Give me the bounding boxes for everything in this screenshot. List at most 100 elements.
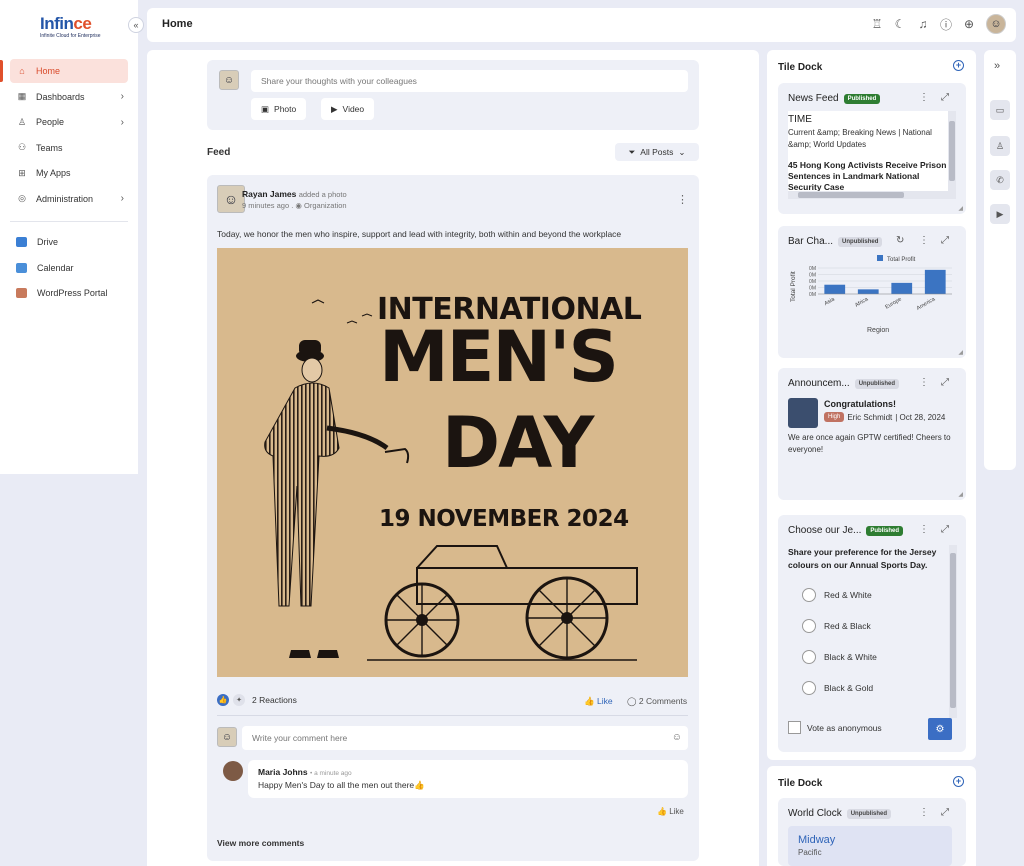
sidebar-item-label: Teams <box>36 142 63 153</box>
like-button[interactable]: 👍 Like <box>584 696 613 707</box>
tile-menu-icon[interactable]: ⋮ <box>919 235 929 246</box>
poll-option[interactable]: Red & Black <box>802 619 871 633</box>
brand-logo[interactable]: Infince Infinite Cloud for Enterprise <box>40 14 101 39</box>
radio-button[interactable] <box>802 681 816 695</box>
comments-count: 2 Comments <box>638 696 688 706</box>
post-author-avatar[interactable]: ☺ <box>217 185 245 213</box>
comment-author[interactable]: Maria Johns <box>258 767 308 777</box>
news-vertical-scrollbar[interactable] <box>948 111 956 191</box>
composer-input[interactable]: Share your thoughts with your colleagues <box>251 70 688 92</box>
emoji-icon[interactable]: ☺ <box>672 732 682 743</box>
post-image[interactable]: INTERNATIONAL MEN'S DAY 19 NOVEMBER 2024 <box>217 248 688 677</box>
video-icon: ▶ <box>331 103 338 114</box>
tile-header: Announcem... Unpublished <box>788 378 900 389</box>
y-axis-label: Total Profit <box>790 271 797 302</box>
sidebar-item-people[interactable]: ♙ People › <box>10 110 128 134</box>
refresh-icon[interactable]: ↻ <box>896 235 904 246</box>
tile-menu-icon[interactable]: ⋮ <box>919 377 929 388</box>
view-more-comments-link[interactable]: View more comments <box>217 838 304 848</box>
feed-heading: Feed <box>207 147 231 158</box>
sidebar-item-teams[interactable]: ⚇ Teams <box>10 136 128 160</box>
radio-button[interactable] <box>802 588 816 602</box>
post-filter-dropdown[interactable]: ⏷ All Posts ⌄ <box>615 143 699 161</box>
post-menu-icon[interactable]: ⋮ <box>677 193 688 206</box>
expand-icon[interactable]: ⤢ <box>941 807 949 818</box>
tile-menu-icon[interactable]: ⋮ <box>919 524 929 535</box>
post-divider <box>217 715 688 716</box>
sidebar-app-calendar[interactable]: Calendar <box>10 256 128 280</box>
expand-icon[interactable]: ⤢ <box>941 92 949 103</box>
comment-like-label: Like <box>669 807 684 816</box>
post-action: added a photo <box>298 190 347 199</box>
contacts-icon[interactable]: ♙ <box>990 136 1010 156</box>
poll-option[interactable]: Black & Gold <box>802 681 873 695</box>
sidebar-app-wordpress[interactable]: WordPress Portal <box>10 281 128 305</box>
tile-menu-icon[interactable]: ⋮ <box>919 807 929 818</box>
bar-europe[interactable] <box>891 282 913 294</box>
checkbox[interactable] <box>788 721 801 734</box>
sidebar-divider <box>10 220 128 222</box>
tile-menu-icon[interactable]: ⋮ <box>919 92 929 103</box>
commenter-avatar[interactable] <box>223 761 243 781</box>
globe-icon[interactable]: ⊕ <box>963 17 975 31</box>
video-call-icon[interactable]: ▶ <box>990 204 1010 224</box>
sidebar-app-drive[interactable]: Drive <box>10 230 128 254</box>
apps-icon: ⊞ <box>18 167 26 178</box>
comment-like-button[interactable]: 👍 Like <box>657 807 684 816</box>
tile-dock-title: Tile Dock <box>778 62 823 73</box>
poll-scrollbar[interactable] <box>949 545 957 718</box>
phone-icon[interactable]: ✆ <box>990 170 1010 190</box>
bar-asia[interactable] <box>824 284 846 294</box>
sidebar-item-dashboards[interactable]: ▦ Dashboards › <box>10 85 128 109</box>
poll-settings-button[interactable]: ⚙ <box>928 718 952 740</box>
reactions-summary[interactable]: 👍 ✦ 2 Reactions <box>217 694 297 706</box>
poll-option[interactable]: Black & White <box>802 650 877 664</box>
announcement-tile: Announcem... Unpublished ⋮ ⤢ Congratulat… <box>778 368 966 500</box>
tile-header: Choose our Je... Published <box>788 525 904 536</box>
chevron-right-icon: › <box>120 193 124 205</box>
help-icon[interactable]: ⓘ <box>940 16 952 33</box>
tile-dock: Tile Dock + News Feed Published ⋮ ⤢ TIME… <box>767 50 976 760</box>
scrollbar-thumb[interactable] <box>798 192 904 198</box>
sidebar-item-my-apps[interactable]: ⊞ My Apps <box>10 161 128 185</box>
photo-button[interactable]: ▣ Photo <box>251 98 307 120</box>
sidebar-item-administration[interactable]: ◎ Administration › <box>10 187 128 211</box>
expand-icon[interactable]: ⤢ <box>941 524 949 535</box>
y-tick-label: 0M <box>809 266 816 272</box>
double-chevron-right-icon[interactable]: » <box>994 60 1000 72</box>
add-tile-icon[interactable]: + <box>953 60 964 71</box>
bell-icon[interactable]: ♫ <box>917 17 929 31</box>
news-source[interactable]: TIME <box>788 114 948 125</box>
poll-option[interactable]: Red & White <box>802 588 872 602</box>
radio-button[interactable] <box>802 619 816 633</box>
scrollbar-thumb[interactable] <box>949 121 955 181</box>
user-avatar[interactable]: ☺ <box>986 14 1006 34</box>
resize-handle-icon[interactable]: ◢ <box>958 205 963 212</box>
right-rail: » ▭ ♙ ✆ ▶ <box>984 50 1016 470</box>
world-clock-tile: World Clock Unpublished ⋮ ⤢ Midway Pacif… <box>778 798 966 866</box>
bar-africa[interactable] <box>857 289 879 294</box>
comments-button[interactable]: ◯ 2 Comments <box>627 696 687 707</box>
chat-icon[interactable]: ▭ <box>990 100 1010 120</box>
comment-input[interactable]: Write your comment here ☺ <box>242 726 688 750</box>
scrollbar-thumb[interactable] <box>950 553 956 708</box>
bar-america[interactable] <box>924 269 946 294</box>
anonymous-vote-toggle[interactable]: Vote as anonymous <box>788 721 882 734</box>
news-horizontal-scrollbar[interactable] <box>788 191 956 199</box>
moon-icon[interactable]: ☾ <box>894 17 906 31</box>
news-headline[interactable]: 45 Hong Kong Activists Receive Prison Se… <box>788 160 948 191</box>
video-button[interactable]: ▶ Video <box>321 98 375 120</box>
expand-icon[interactable]: ⤢ <box>941 377 949 388</box>
radio-button[interactable] <box>802 650 816 664</box>
news-description: Current &amp; Breaking News | National &… <box>788 128 932 149</box>
sidebar-collapse-button[interactable]: « <box>128 17 144 33</box>
trophy-icon[interactable]: ♖ <box>871 17 883 31</box>
add-tile-icon[interactable]: + <box>953 776 964 787</box>
calendar-icon <box>16 262 27 273</box>
expand-icon[interactable]: ⤢ <box>941 235 949 246</box>
sidebar-item-label: Calendar <box>37 262 74 273</box>
post-author-name[interactable]: Rayan James <box>242 189 296 199</box>
resize-handle-icon[interactable]: ◢ <box>958 491 963 498</box>
sidebar-item-home[interactable]: ⌂ Home <box>10 59 128 83</box>
resize-handle-icon[interactable]: ◢ <box>958 349 963 356</box>
